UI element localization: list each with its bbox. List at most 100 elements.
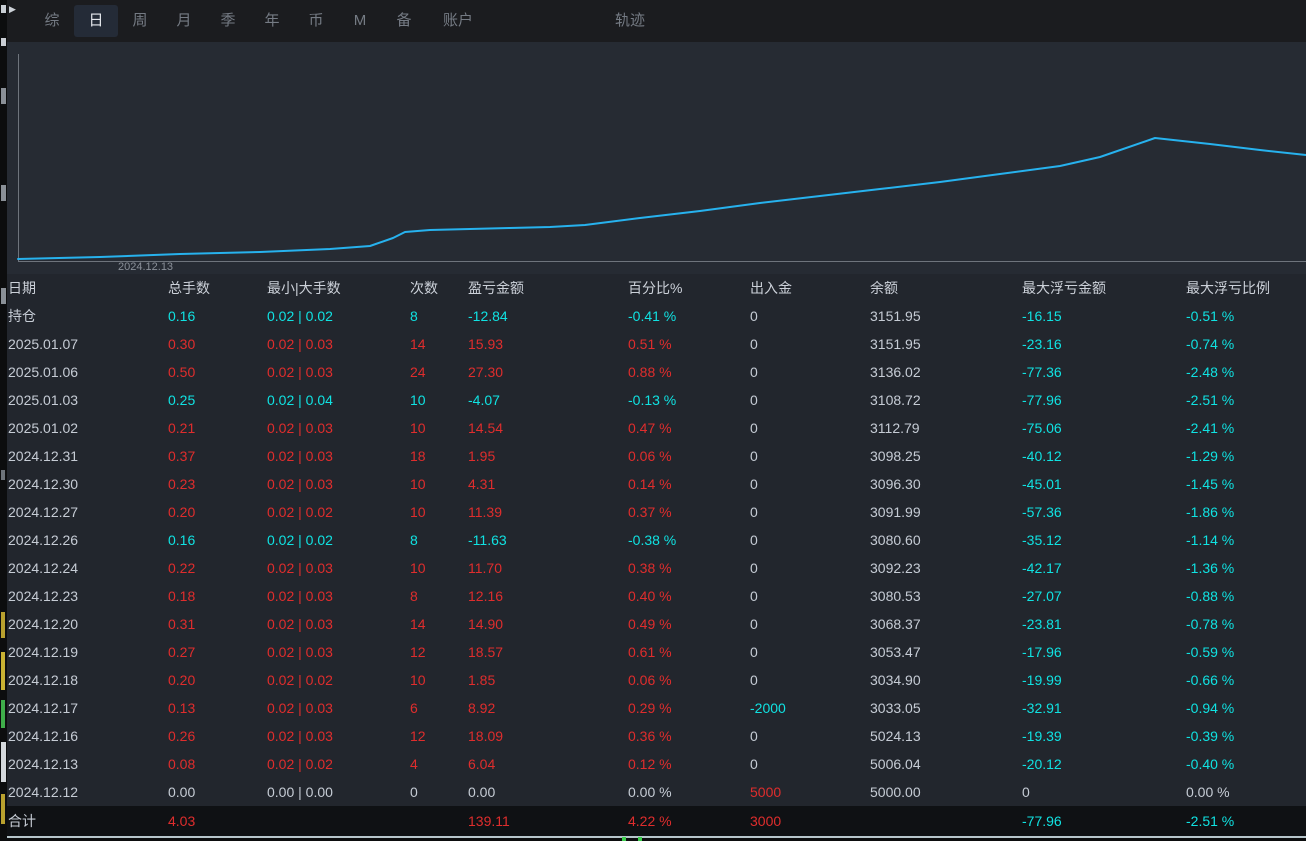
dock-strip-mark-3: [1, 185, 6, 201]
table-row-2024.12.24[interactable]: 2024.12.24 0.22 0.02 | 0.03 10 11.70 0.38 % 0 3…: [0, 554, 1306, 582]
table-row-2024.12.27[interactable]: 2024.12.27 0.20 0.02 | 0.02 10 11.39 0.37 % 0 3…: [0, 498, 1306, 526]
tab-季[interactable]: 季: [206, 5, 250, 37]
tab-币[interactable]: 币: [294, 5, 338, 37]
cell-col5: 0.47 %: [628, 420, 672, 436]
cell-col5: 0.49 %: [628, 616, 672, 632]
cell-col0: 2025.01.07: [8, 336, 79, 352]
column-header-8[interactable]: 最大浮亏金额: [1022, 274, 1186, 302]
cell-col6: 0: [750, 504, 758, 520]
cell-col5: 0.36 %: [628, 728, 672, 744]
cell-col6: 0: [750, 364, 758, 380]
column-header-4[interactable]: 盈亏金额: [468, 274, 628, 302]
cell-col1: 0.23: [168, 476, 196, 492]
column-header-1[interactable]: 总手数: [168, 274, 267, 302]
collapse-arrow-icon[interactable]: ▶: [9, 5, 16, 14]
table-row-2024.12.17[interactable]: 2024.12.17 0.13 0.02 | 0.03 6 8.92 0.29 % -200…: [0, 694, 1306, 722]
chart-x-tick-label: 2024.12.13: [118, 261, 174, 273]
column-header-7[interactable]: 余额: [870, 274, 1022, 302]
table-row-2024.12.13[interactable]: 2024.12.13 0.08 0.02 | 0.02 4 6.04 0.12 % 0 500…: [0, 750, 1306, 778]
table-row-2025.01.06[interactable]: 2025.01.06 0.50 0.02 | 0.03 24 27.30 0.88 % 0 3…: [0, 358, 1306, 386]
column-header-3[interactable]: 次数: [410, 274, 468, 302]
cell-col5: 0.38 %: [628, 560, 672, 576]
column-header-2[interactable]: 最小|大手数: [267, 274, 410, 302]
table-body: 持仓 0.16 0.02 | 0.02 8 -12.84 -0.41 % 0 3151.95 -…: [0, 302, 1306, 806]
dock-strip-mark-5: [1, 470, 5, 480]
cell-col3: 12: [410, 728, 426, 744]
cell-col0: 2025.01.03: [8, 392, 79, 408]
cell-col9: -1.36 %: [1186, 560, 1235, 576]
cell-col9: -0.59 %: [1186, 644, 1235, 660]
cell-col3: 8: [410, 532, 418, 548]
tab-账户[interactable]: 账户: [426, 5, 490, 37]
cell-col6: 3000: [750, 813, 782, 829]
footer-green-tick-0: [622, 837, 626, 841]
table-row-2024.12.30[interactable]: 2024.12.30 0.23 0.02 | 0.03 10 4.31 0.14 % 0 30…: [0, 470, 1306, 498]
tab-轨迹[interactable]: 轨迹: [608, 5, 652, 37]
cell-col7: 5024.13: [870, 728, 921, 744]
cell-col1: 0.13: [168, 700, 196, 716]
tab-M[interactable]: M: [338, 5, 382, 37]
column-header-6[interactable]: 出入金: [750, 274, 870, 302]
cell-col1: 0.30: [168, 336, 196, 352]
column-header-0[interactable]: 日期: [8, 274, 168, 302]
table-row-2024.12.23[interactable]: 2024.12.23 0.18 0.02 | 0.03 8 12.16 0.40 % 0 30…: [0, 582, 1306, 610]
table-row-2024.12.16[interactable]: 2024.12.16 0.26 0.02 | 0.03 12 18.09 0.36 % 0 5…: [0, 722, 1306, 750]
cell-col9: 0.00 %: [1186, 784, 1230, 800]
table-row-2025.01.07[interactable]: 2025.01.07 0.30 0.02 | 0.03 14 15.93 0.51 % 0 3…: [0, 330, 1306, 358]
cell-col5: 0.40 %: [628, 588, 672, 604]
dock-strip-mark-4: [1, 288, 6, 304]
tab-日[interactable]: 日: [74, 5, 118, 37]
cell-col8: -45.01: [1022, 476, 1062, 492]
cell-col4: 12.16: [468, 588, 504, 604]
cell-col1: 0.00: [168, 784, 196, 800]
cell-col8: -19.39: [1022, 728, 1062, 744]
column-header-5[interactable]: 百分比%: [628, 274, 750, 302]
cell-col8: 0: [1022, 784, 1030, 800]
cell-col5: 0.06 %: [628, 448, 672, 464]
table-row-持仓[interactable]: 持仓 0.16 0.02 | 0.02 8 -12.84 -0.41 % 0 3151.95 -…: [0, 302, 1306, 330]
cell-col6: 0: [750, 644, 758, 660]
cell-col0: 合计: [8, 813, 36, 829]
cell-col8: -16.15: [1022, 308, 1062, 324]
cell-col0: 2024.12.16: [8, 728, 79, 744]
tab-综[interactable]: 综: [30, 5, 74, 37]
cell-col7: 3034.90: [870, 672, 921, 688]
cell-col4: -11.63: [468, 532, 507, 548]
cell-col2: 0.02 | 0.03: [267, 644, 333, 660]
cell-col6: 0: [750, 392, 758, 408]
tab-年[interactable]: 年: [250, 5, 294, 37]
table-row-2024.12.20[interactable]: 2024.12.20 0.31 0.02 | 0.03 14 14.90 0.49 % 0 3…: [0, 610, 1306, 638]
cell-col7: 3080.53: [870, 588, 921, 604]
bottom-divider-line: [0, 836, 1306, 838]
column-header-9[interactable]: 最大浮亏比例: [1186, 274, 1306, 302]
equity-curve-chart[interactable]: 2024.12.13: [0, 42, 1306, 274]
cell-col1: 0.21: [168, 420, 196, 436]
tab-月[interactable]: 月: [162, 5, 206, 37]
tab-周[interactable]: 周: [118, 5, 162, 37]
table-row-2024.12.31[interactable]: 2024.12.31 0.37 0.02 | 0.03 18 1.95 0.06 % 0 30…: [0, 442, 1306, 470]
cell-col6: 0: [750, 756, 758, 772]
cell-col0: 2024.12.20: [8, 616, 79, 632]
equity-line: [17, 137, 1306, 260]
cell-col4: 18.57: [468, 644, 504, 660]
table-row-2024.12.26[interactable]: 2024.12.26 0.16 0.02 | 0.02 8 -11.63 -0.38 % 0…: [0, 526, 1306, 554]
table-row-2025.01.02[interactable]: 2025.01.02 0.21 0.02 | 0.03 10 14.54 0.47 % 0 3…: [0, 414, 1306, 442]
table-row-2024.12.18[interactable]: 2024.12.18 0.20 0.02 | 0.02 10 1.85 0.06 % 0 30…: [0, 666, 1306, 694]
cell-col9: -2.51 %: [1186, 813, 1235, 829]
table-row-2025.01.03[interactable]: 2025.01.03 0.25 0.02 | 0.04 10 -4.07 -0.13 % 0…: [0, 386, 1306, 414]
footer-green-tick-1: [638, 837, 642, 841]
cell-col9: -0.39 %: [1186, 728, 1235, 744]
tab-备[interactable]: 备: [382, 5, 426, 37]
cell-col3: 24: [410, 364, 426, 380]
table-row-2024.12.19[interactable]: 2024.12.19 0.27 0.02 | 0.03 12 18.57 0.61 % 0 3…: [0, 638, 1306, 666]
cell-col2: 0.02 | 0.03: [267, 364, 333, 380]
dock-strip-mark-1: [1, 38, 6, 46]
cell-col9: -0.74 %: [1186, 336, 1235, 352]
cell-col9: -1.45 %: [1186, 476, 1235, 492]
cell-col4: -4.07: [468, 392, 500, 408]
cell-col5: 0.61 %: [628, 644, 672, 660]
table-row-2024.12.12[interactable]: 2024.12.12 0.00 0.00 | 0.00 0 0.00 0.00 % 5000…: [0, 778, 1306, 806]
cell-col3: 10: [410, 560, 426, 576]
cell-col9: -2.41 %: [1186, 420, 1235, 436]
cell-col8: -75.06: [1022, 420, 1062, 436]
